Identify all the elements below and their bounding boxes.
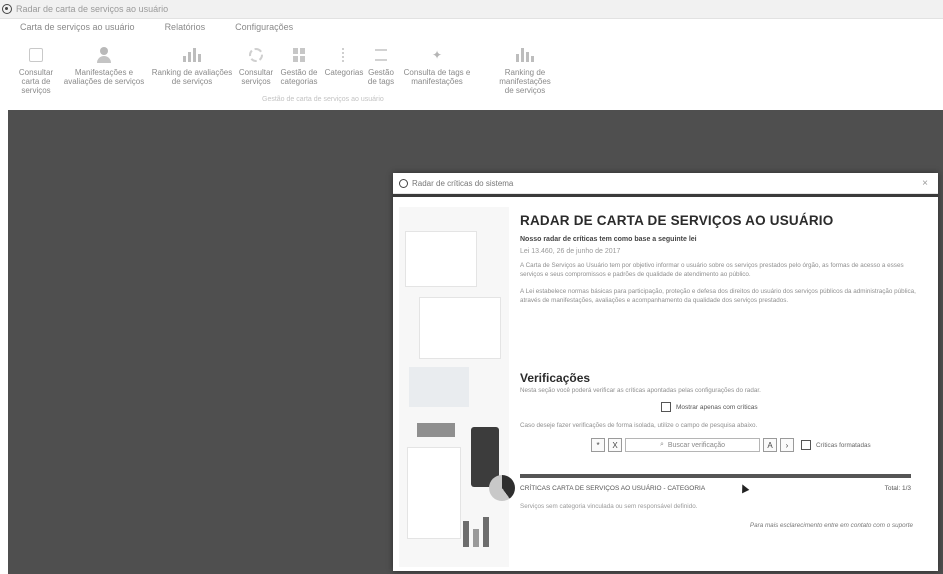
close-icon[interactable]: × [922, 178, 928, 189]
favorite-button[interactable]: * [591, 438, 605, 452]
dialog-title-bar[interactable]: Radar de críticas do sistema [393, 173, 938, 194]
button-label: Categorias [324, 68, 364, 77]
dialog-title: Radar de críticas do sistema [412, 178, 514, 188]
clear-button[interactable]: X [608, 438, 622, 452]
search-input[interactable]: ⌕ Buscar verificação [625, 438, 760, 452]
section-description: Caso deseje fazer verificações de forma … [520, 422, 758, 429]
list-icon [342, 48, 346, 62]
button-label: serviços [241, 77, 271, 86]
option-label: Críticas formatadas [816, 441, 871, 449]
button-label: Manifestações e [74, 68, 134, 77]
button-label: de serviços [171, 77, 213, 86]
subtitle: Nosso radar de críticas tem como base a … [520, 236, 697, 243]
button-label: de serviços [504, 86, 546, 95]
button-label: manifestações [411, 77, 463, 86]
radar-dialog: Radar de críticas do sistema × RADAR DE … [393, 173, 938, 571]
result-description: Serviços sem categoria vinculada ou sem … [520, 503, 698, 510]
checkbox-label: Mostrar apenas com críticas [676, 403, 758, 411]
document-icon [29, 48, 43, 62]
formatted-option[interactable]: Críticas formatadas [801, 440, 871, 450]
page-title: RADAR DE CARTA DE SERVIÇOS AO USUÁRIO [520, 213, 834, 228]
paragraph: A Lei estabelece normas básicas para par… [520, 288, 916, 304]
tag-icon [375, 49, 387, 61]
button-label: Ranking de manifestações [499, 68, 551, 86]
search-icon: ⌕ [659, 441, 664, 448]
button-label: carta de serviços [21, 77, 51, 95]
gear-icon [249, 48, 263, 62]
bar-chart-icon [183, 48, 201, 62]
consultar-servicos-button[interactable]: Consultar serviços [236, 38, 276, 86]
search-toolbar: * X ⌕ Buscar verificação A › Críticas fo… [591, 438, 871, 452]
manifestacoes-button[interactable]: Manifestações e avaliações de serviços [60, 38, 148, 86]
tab-relatorios[interactable]: Relatórios [145, 20, 216, 36]
button-label: de tags [367, 77, 395, 86]
tab-carta-servicos[interactable]: Carta de serviços ao usuário [0, 20, 145, 36]
ribbon: Consultar carta de serviços Manifestaçõe… [0, 38, 943, 105]
ribbon-group-label: Gestão de carta de serviços ao usuário [262, 96, 384, 103]
section-description: Nesta seção você poderá verificar as crí… [520, 387, 761, 394]
ranking-manifestacoes-button[interactable]: Ranking de manifestações de serviços [478, 38, 572, 95]
button-label: Consultar [238, 68, 274, 77]
button-label: Consultar [18, 68, 54, 77]
checkbox[interactable] [661, 402, 671, 412]
dialog-content: RADAR DE CARTA DE SERVIÇOS AO USUÁRIO No… [520, 213, 925, 305]
window-title: Radar de carta de serviços ao usuário [16, 4, 169, 14]
show-only-criticas-checkbox[interactable]: Mostrar apenas com críticas [661, 402, 758, 412]
result-title: CRÍTICAS CARTA DE SERVIÇOS AO USUÁRIO - … [520, 485, 706, 492]
title-bar: Radar de carta de serviços ao usuário [0, 0, 943, 19]
ranking-avaliacoes-button[interactable]: Ranking de avaliações de serviços [148, 38, 236, 86]
gestao-tags-button[interactable]: Gestão de tags [366, 38, 396, 86]
user-icon [97, 47, 111, 63]
tab-configuracoes[interactable]: Configurações [215, 20, 303, 36]
button-label: Consulta de tags e [403, 68, 471, 77]
grid-icon [293, 48, 305, 62]
app-icon [2, 4, 12, 14]
law-reference: Lei 13.460, 26 de junho de 2017 [520, 248, 621, 255]
consulta-tags-button[interactable]: ✦ Consulta de tags e manifestações [396, 38, 478, 87]
search-placeholder: Buscar verificação [667, 441, 726, 449]
illustration [399, 207, 515, 567]
consultar-carta-button[interactable]: Consultar carta de serviços [12, 38, 60, 95]
categorias-button[interactable]: Categorias [322, 38, 366, 77]
star-icon: ✦ [431, 47, 443, 62]
button-label: avaliações de serviços [63, 77, 145, 86]
button-label: Gestão [368, 68, 394, 77]
result-count: Total: 1/3 [884, 485, 911, 492]
button-label: Gestão de [280, 68, 318, 77]
paragraph: A Carta de Serviços ao Usuário tem por o… [520, 262, 904, 278]
bar-chart-icon [516, 48, 534, 62]
footer-note: Para mais esclarecimento entre em contat… [749, 522, 913, 529]
checkbox[interactable] [801, 440, 811, 450]
next-button[interactable]: › [780, 438, 794, 452]
nav-button[interactable]: A [763, 438, 777, 452]
button-label: categorias [280, 77, 318, 86]
section-heading: Verificações [520, 371, 591, 385]
result-header-bar [520, 474, 911, 478]
button-label: Ranking de avaliações [151, 68, 233, 77]
gestao-categorias-button[interactable]: Gestão de categorias [276, 38, 322, 86]
divider [393, 194, 938, 197]
result-row[interactable]: CRÍTICAS CARTA DE SERVIÇOS AO USUÁRIO - … [520, 485, 911, 492]
app-icon [399, 178, 408, 188]
ribbon-tabs: Carta de serviços ao usuário Relatórios … [0, 20, 303, 36]
